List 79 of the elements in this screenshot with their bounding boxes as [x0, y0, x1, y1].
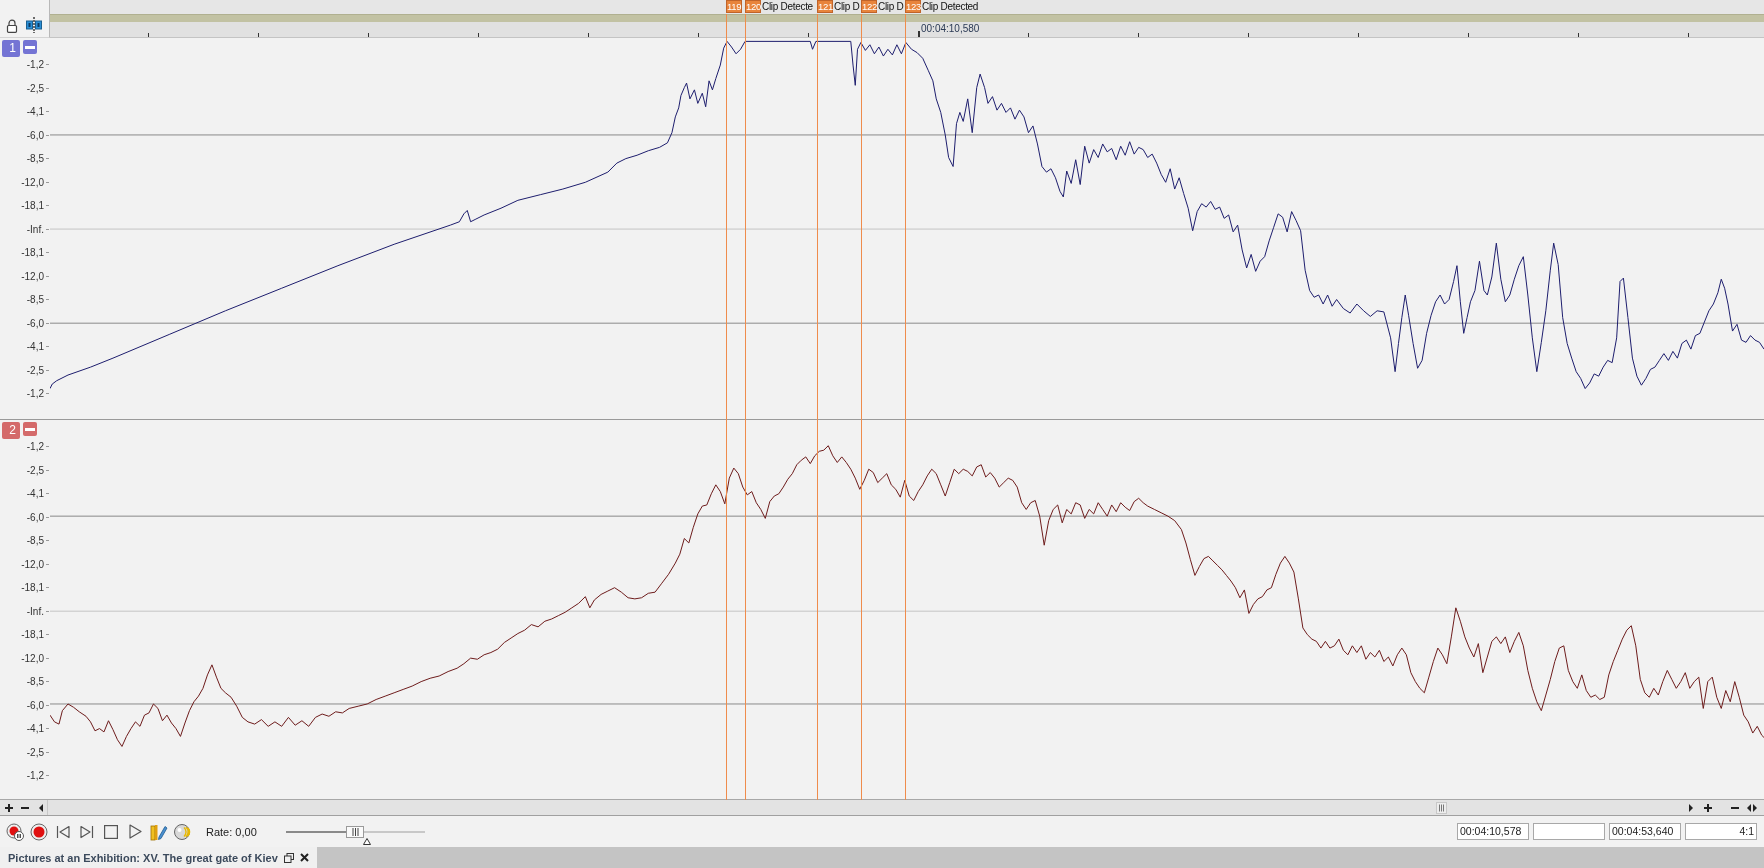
- record-pause-icon: [6, 822, 24, 841]
- time-field[interactable]: [1533, 823, 1605, 840]
- skip-end-icon: [80, 824, 94, 839]
- scale-label: -8,5: [26, 294, 44, 306]
- scale-label: -6,0: [26, 511, 44, 523]
- zoom-ratio-field[interactable]: 4:1: [1685, 823, 1757, 840]
- scale-label: -18,1: [21, 200, 44, 212]
- link-icon[interactable]: [26, 17, 42, 33]
- scroll-grip-icon[interactable]: [1436, 801, 1447, 814]
- scale-label: -2,5: [26, 82, 44, 94]
- scale-label: -12,0: [21, 652, 44, 664]
- marker-label: Clip Detected: [922, 0, 979, 13]
- scale-label: -12,0: [21, 270, 44, 282]
- scale-label: -1,2: [26, 388, 44, 400]
- scale-label: -18,1: [21, 247, 44, 259]
- track-number[interactable]: 1: [2, 40, 20, 57]
- scale-label: -4,1: [26, 341, 44, 353]
- marker-label: Clip D: [878, 0, 904, 13]
- minus-icon: [21, 806, 29, 809]
- scale-label: -1,2: [26, 441, 44, 453]
- zoom-fit-button[interactable]: [1745, 801, 1758, 814]
- rate-label: Rate: 0,00: [206, 825, 257, 838]
- horizontal-scrollbar[interactable]: [0, 800, 1764, 816]
- triangle-marker-icon: [362, 837, 371, 845]
- pencil-icon: [150, 822, 168, 841]
- left-triangle-icon: [38, 803, 43, 812]
- collapse-button[interactable]: [23, 422, 37, 436]
- play-icon: [128, 824, 142, 839]
- scale-label: -6,0: [26, 317, 44, 329]
- scale-label: -1,2: [26, 59, 44, 71]
- scale-label: -18,1: [21, 582, 44, 594]
- restore-window-icon[interactable]: [283, 852, 294, 863]
- scale-label: -18,1: [21, 629, 44, 641]
- scale-label: -6,0: [26, 699, 44, 711]
- right-triangle-icon: [1688, 803, 1693, 812]
- scale-label: -2,5: [26, 364, 44, 376]
- time-field[interactable]: 00:04:10,578: [1457, 823, 1529, 840]
- zoom-in-button[interactable]: [1701, 801, 1714, 814]
- scale-label: -4,1: [26, 106, 44, 118]
- minus-icon: [1730, 806, 1739, 809]
- scale-label: -8,5: [26, 676, 44, 688]
- skip-start-icon: [56, 824, 70, 839]
- collapse-button[interactable]: [23, 40, 37, 54]
- scale-label: -2,5: [26, 464, 44, 476]
- minus-icon: [25, 45, 35, 49]
- lock-icon[interactable]: [6, 19, 18, 33]
- record-icon: [30, 822, 48, 841]
- scale-label: -12,0: [21, 176, 44, 188]
- marker-flag[interactable]: 119: [726, 0, 742, 13]
- plus-icon: [5, 803, 14, 812]
- scale-label: -8,5: [26, 535, 44, 547]
- stop-icon: [104, 824, 118, 839]
- time-ruler[interactable]: 00:04:10,580: [50, 22, 1764, 38]
- zoom-in-button[interactable]: [3, 801, 16, 814]
- marker-flag[interactable]: 120: [745, 0, 761, 13]
- marker-flag[interactable]: 121: [817, 0, 833, 13]
- scale-label: -Inf.: [26, 605, 44, 617]
- marker-label: Clip Detecte: [762, 0, 813, 13]
- scale-label: -12,0: [21, 558, 44, 570]
- scale-label: -8,5: [26, 153, 44, 165]
- minus-icon: [25, 427, 35, 431]
- circle-waves-icon: [174, 822, 192, 841]
- track-number[interactable]: 2: [2, 422, 20, 439]
- scale-label: -1,2: [26, 770, 44, 782]
- plus-icon: [1703, 803, 1712, 812]
- slider-thumb[interactable]: [346, 825, 365, 838]
- scale-label: -6,0: [26, 129, 44, 141]
- scale-label: -4,1: [26, 488, 44, 500]
- scale-label: -Inf.: [26, 223, 44, 235]
- time-field[interactable]: 00:04:53,640: [1609, 823, 1681, 840]
- scale-label: -4,1: [26, 723, 44, 735]
- cursor-time-label: 00:04:10,580: [921, 23, 980, 34]
- double-triangle-icon: [1746, 803, 1757, 812]
- document-tab[interactable]: Pictures at an Exhibition: XV. The great gate of Kiev: [0, 847, 317, 868]
- marker-flag[interactable]: 122: [861, 0, 877, 13]
- scale-label: -2,5: [26, 746, 44, 758]
- marker-label: Clip D: [834, 0, 860, 13]
- marker-flag[interactable]: 123: [905, 0, 921, 13]
- close-icon[interactable]: [299, 853, 309, 862]
